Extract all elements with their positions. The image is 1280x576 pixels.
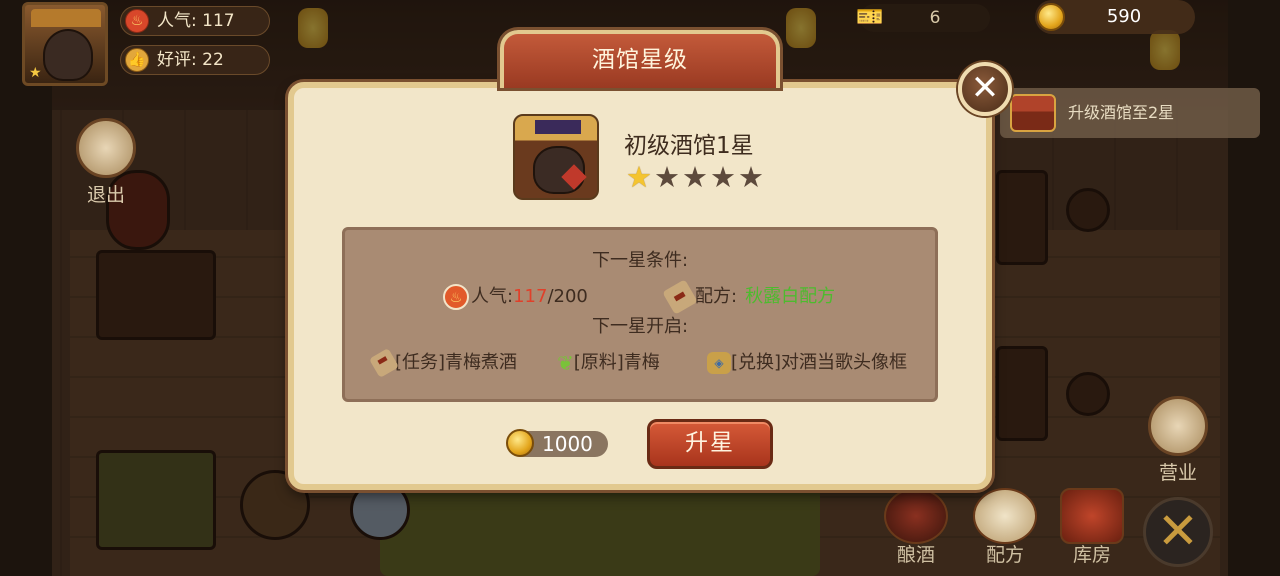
wine-jar-icon (43, 29, 93, 81)
unlock-item: ❦[原料]青梅 (557, 348, 660, 375)
recipe-req-value: 秋露白配方 (745, 286, 836, 307)
storage-button[interactable]: 库房 (1052, 488, 1132, 566)
recipe-requirement: ▬ 配方: 秋露白配方 (662, 279, 836, 315)
star-empty-icon: ★ (682, 160, 708, 194)
tavern-avatar[interactable]: ★ (22, 2, 108, 86)
wine-jar-icon (533, 146, 587, 194)
coin-icon (506, 429, 534, 457)
star-rating: ★ ★ ★ ★ ★ (626, 162, 764, 192)
wine-jar-icon (884, 488, 948, 544)
recipe-label: 配方 (985, 544, 1024, 566)
seal-mark (561, 164, 587, 190)
star-empty-icon: ★ (710, 160, 736, 194)
star-empty-icon: ★ (738, 160, 764, 194)
unlock-item-label: [任务]青梅煮酒 (395, 352, 518, 373)
storehouse-icon (1060, 488, 1124, 544)
tavern-icon (513, 114, 599, 200)
quest-text: 升级酒馆至2星 (1068, 103, 1175, 122)
coin-icon (1037, 3, 1065, 31)
ticket-icon: 🎫 (856, 5, 884, 30)
popularity-label: 人气 (157, 11, 191, 31)
close-icon: ✕ (1157, 502, 1199, 560)
unlock-item-label: [兑换]对酒当歌头像框 (731, 352, 908, 373)
recipe-req-label: 配方: (695, 286, 738, 307)
unlock-item-label: [原料]青梅 (573, 352, 660, 373)
avatar-frame-icon: ◈ (707, 352, 731, 374)
popularity-req-label: 人气: (471, 286, 514, 307)
tavern-level-name: 初级酒馆1星 (624, 133, 754, 159)
thumbs-up-icon: 👍 (125, 48, 149, 72)
coin-counter: 590 (1035, 0, 1195, 34)
star-empty-icon: ★ (654, 160, 680, 194)
star-filled-icon: ★ (626, 160, 652, 194)
modal-close-button[interactable]: ✕ (958, 62, 1012, 116)
upgrade-star-button[interactable]: 升星 (647, 419, 773, 469)
upgrade-cost: 1000 (506, 429, 608, 457)
close-menu-button[interactable]: ✕ (1143, 497, 1213, 567)
modal-title: 酒馆星级 (500, 30, 780, 88)
upgrade-cost-value: 1000 (542, 432, 593, 456)
popularity-value: 117 (202, 11, 235, 31)
next-conditions-heading: 下一星条件: (591, 250, 689, 271)
storage-label: 库房 (1072, 544, 1111, 566)
drum-icon (76, 118, 136, 178)
recipe-button[interactable]: 配方 (965, 488, 1045, 566)
unlock-item: ◈ [兑换]对酒当歌头像框 (707, 348, 907, 374)
next-unlocks-heading: 下一星开启: (591, 316, 689, 337)
exit-label: 退出 (86, 184, 125, 206)
avatar-roof (31, 9, 101, 27)
popularity-requirement: ♨ 人气:117/200 (443, 282, 588, 310)
popularity-current: 117 (513, 286, 548, 307)
green-plum-icon: ❦ (557, 351, 574, 375)
scroll-icon (973, 488, 1037, 544)
screen-edge-left (0, 0, 52, 576)
quest-tracker[interactable]: 升级酒馆至2星 (1000, 88, 1260, 138)
reviews-value: 22 (202, 50, 224, 70)
flame-icon: ♨ (443, 284, 469, 310)
ticket-counter: 🎫 6 (856, 4, 990, 32)
star-icon: ★ (29, 65, 42, 81)
ticket-count: 6 (929, 8, 941, 28)
popularity-counter: ♨ 人气: 117 (120, 6, 270, 36)
open-label: 营业 (1158, 462, 1197, 484)
coin-value: 590 (1106, 6, 1142, 27)
exit-button[interactable]: 退出 (66, 118, 146, 207)
tavern-sign (535, 120, 581, 134)
open-business-button[interactable]: 营业 (1138, 396, 1218, 485)
brew-label: 酿酒 (896, 544, 935, 566)
popularity-required: /200 (547, 286, 588, 307)
flame-icon: ♨ (125, 9, 149, 33)
reviews-label: 好评 (157, 50, 191, 70)
screen-edge-right (1228, 0, 1280, 576)
treasure-chest-icon (1010, 94, 1056, 132)
reviews-counter: 👍 好评: 22 (120, 45, 270, 75)
upgrade-info-panel: 下一星条件: ♨ 人气:117/200 ▬ 配方: 秋露白配方 下一星开启: ▬ [任务… (342, 227, 938, 402)
gong-icon (1148, 396, 1208, 456)
scroll-icon: ▬ (662, 279, 698, 315)
close-icon: ✕ (970, 68, 1000, 108)
brew-button[interactable]: 酿酒 (876, 488, 956, 566)
unlock-item: ▬ [任务]青梅煮酒 (368, 347, 518, 379)
